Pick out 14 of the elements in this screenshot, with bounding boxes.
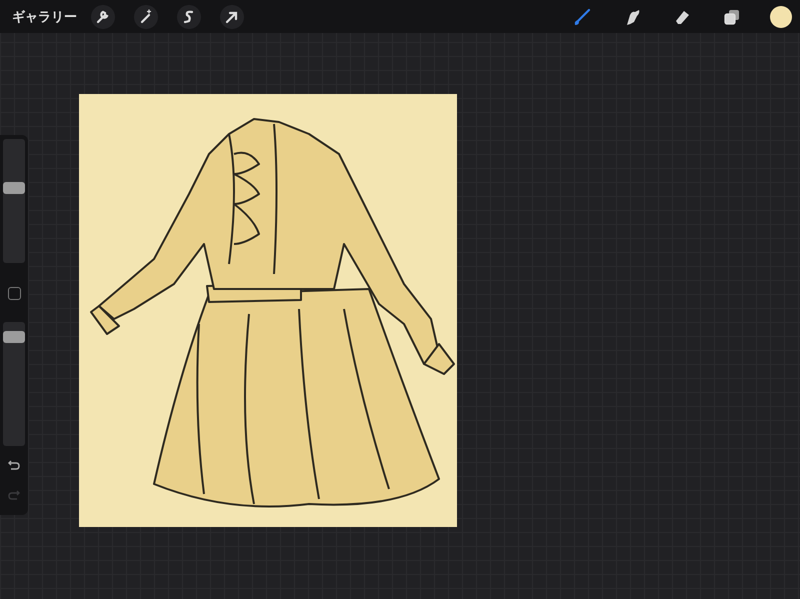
size-slider[interactable]	[3, 322, 25, 446]
slider-thumb[interactable]	[3, 182, 25, 194]
toolbar-button[interactable]	[220, 4, 244, 28]
gallery-link[interactable]: ギャラリー	[12, 8, 77, 26]
brush-icon	[572, 6, 592, 26]
toolbar-button[interactable]	[177, 4, 201, 28]
toolbar-button[interactable]	[134, 4, 158, 28]
square-button[interactable]	[8, 287, 20, 300]
toolbar-button[interactable]	[91, 4, 115, 28]
undo-icon	[7, 458, 21, 470]
slider-thumb[interactable]	[3, 330, 25, 343]
size-slider[interactable]	[3, 139, 25, 263]
redo-icon	[7, 488, 21, 500]
color-swatch[interactable]	[770, 6, 792, 28]
